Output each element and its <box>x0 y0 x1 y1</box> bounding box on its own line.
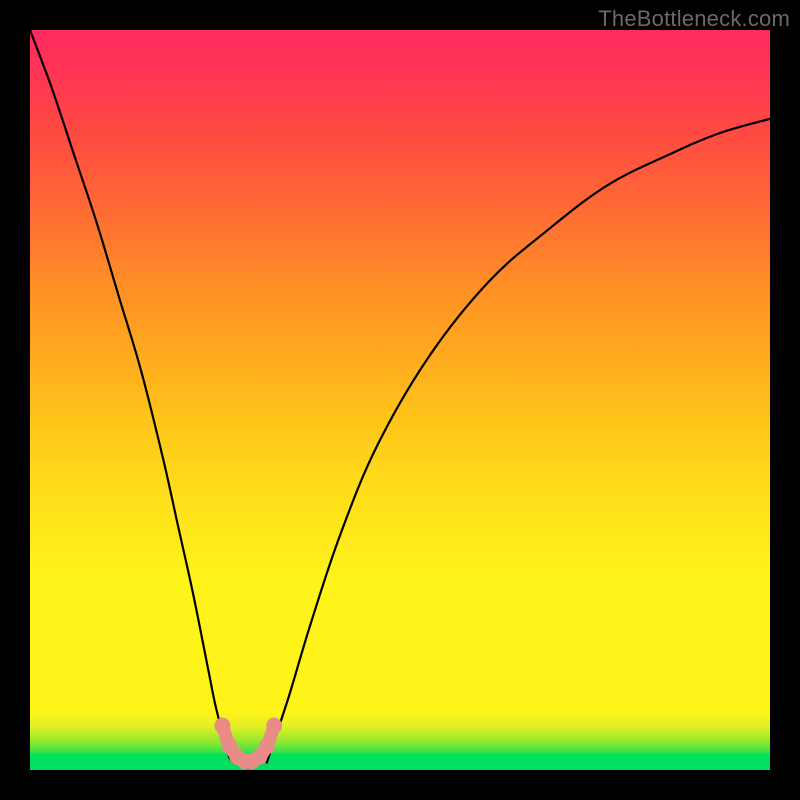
valley-marker-0 <box>214 718 230 734</box>
chart-plot-area <box>30 30 770 770</box>
valley-marker-7 <box>266 718 282 734</box>
chart-frame: TheBottleneck.com <box>0 0 800 800</box>
curve-right-branch <box>267 119 770 763</box>
curve-left-branch <box>30 30 234 763</box>
valley-marker-6 <box>259 738 275 754</box>
watermark-text: TheBottleneck.com <box>598 6 790 32</box>
chart-svg <box>30 30 770 770</box>
